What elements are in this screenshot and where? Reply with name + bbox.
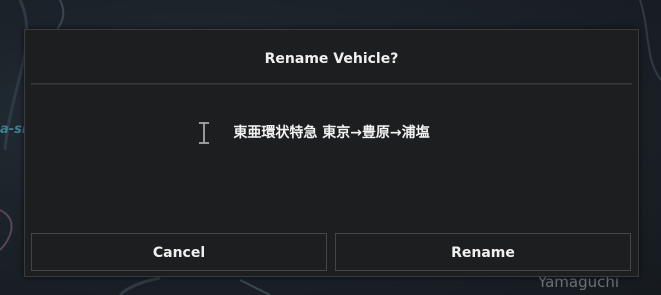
vehicle-name-input[interactable]: 東亜環状特急 東京→豊原→浦塩 (31, 114, 632, 148)
map-label-left: a-si (0, 122, 27, 137)
dialog-title: Rename Vehicle? (264, 51, 399, 67)
vehicle-name-value[interactable]: 東亜環状特急 東京→豊原→浦塩 (31, 122, 632, 142)
rename-button[interactable]: Rename (335, 233, 631, 271)
text-cursor-icon (199, 122, 209, 144)
title-separator (31, 83, 632, 85)
rename-vehicle-dialog: Rename Vehicle? 東亜環状特急 東京→豊原→浦塩 Cancel R… (24, 29, 639, 277)
cancel-button[interactable]: Cancel (31, 233, 327, 271)
